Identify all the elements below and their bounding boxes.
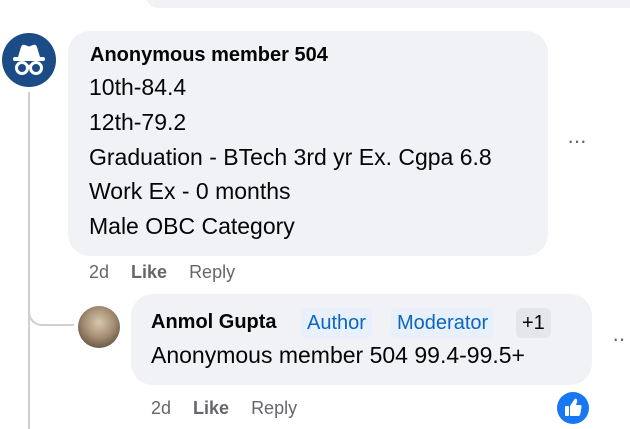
more-options-icon[interactable]: ···	[567, 128, 587, 154]
reply-timestamp[interactable]: 2d	[151, 398, 171, 418]
reply-button[interactable]: Reply	[251, 398, 297, 418]
comment-line: Work Ex - 0 months	[89, 178, 291, 204]
comment-actions: 2d Like Reply	[89, 262, 257, 283]
extra-badge[interactable]: +1	[516, 308, 551, 338]
moderator-badge: Moderator	[391, 308, 495, 338]
reply-actions: 2d Like Reply	[151, 398, 319, 419]
avatar[interactable]	[78, 306, 120, 348]
comment-line: Graduation - BTech 3rd yr Ex. Cgpa 6.8	[89, 144, 492, 170]
incognito-icon[interactable]	[2, 33, 56, 87]
comment-line: 12th-79.2	[89, 109, 187, 135]
previous-comment-bubble	[145, 0, 630, 8]
thread-connector	[28, 290, 74, 326]
comment-thread: Anonymous member 504 10th-84.4 12th-79.2…	[0, 0, 630, 429]
thread-line	[28, 92, 30, 429]
comment-line: 10th-84.4	[89, 74, 187, 100]
comment-timestamp[interactable]: 2d	[89, 262, 109, 282]
reply-button[interactable]: Reply	[189, 262, 235, 282]
thumbs-up-icon[interactable]	[557, 392, 589, 424]
comment-author[interactable]: Anonymous member 504	[90, 44, 328, 67]
like-button[interactable]: Like	[193, 398, 229, 418]
reply-text: Anonymous member 504 99.4-99.5+	[151, 342, 525, 368]
more-options-icon[interactable]: ··	[612, 326, 626, 352]
comment-line: Male OBC Category	[89, 213, 295, 239]
like-button[interactable]: Like	[131, 262, 167, 282]
reply-author[interactable]: Anmol Gupta	[151, 311, 277, 334]
author-badge: Author	[301, 308, 372, 338]
